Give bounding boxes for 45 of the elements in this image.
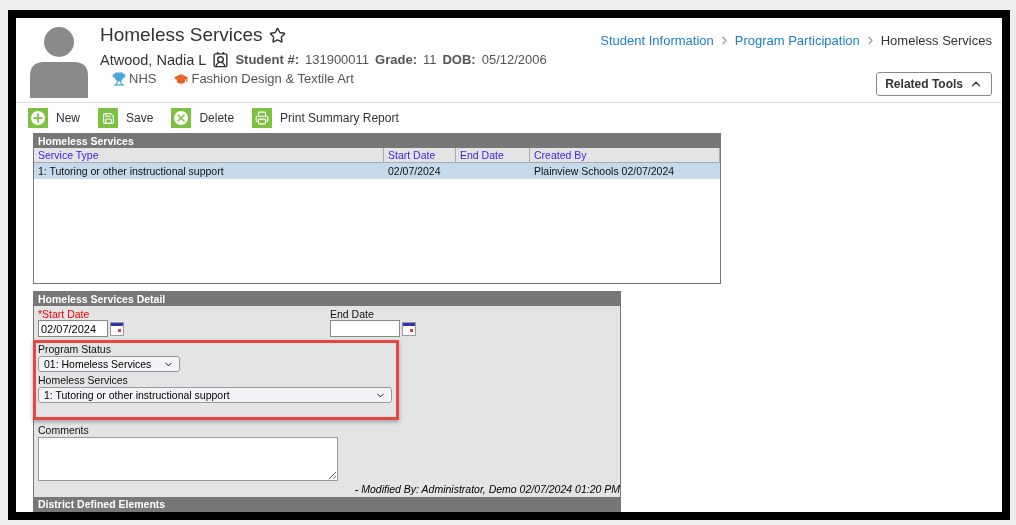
table-cell[interactable]: Plainview Schools 02/07/2024 [530,163,720,179]
column-header[interactable]: Service Type [34,148,384,163]
toolbar-button[interactable]: Delete [171,108,235,128]
column-header[interactable]: End Date [456,148,530,163]
page-title: Homeless Services [100,24,263,46]
panel-title: Homeless Services Detail [34,292,620,306]
student-name: Atwood, Nadia L [100,51,207,68]
print-icon [252,108,273,128]
toolbar-button[interactable]: New [28,108,80,128]
delete-icon [171,108,192,128]
panel-title: District Defined Elements [34,497,620,511]
field-label: Grade: [375,52,417,67]
table-cell[interactable]: 1: Tutoring or other instructional support [34,163,384,179]
grade-value: 11 [423,52,437,67]
start-date-field[interactable]: 02/07/2024 [38,320,108,337]
column-header[interactable]: Created By [530,148,720,163]
dob-value: 05/12/2006 [481,52,547,67]
toolbar-button[interactable]: Save [98,108,154,128]
breadcrumb-link[interactable]: Program Participation [734,33,860,48]
modified-note: - Modified By: Administrator, Demo 02/07/2024 01:20 PM [354,483,620,495]
student-number: 131900011 [304,52,370,67]
field-label: End Date [330,308,375,320]
calendar-icon[interactable] [402,321,416,336]
field-label: Comments [38,424,90,436]
field-label: Student #: [235,52,299,67]
breadcrumb-link[interactable]: Student Information [600,33,714,48]
save-icon [98,108,118,128]
related-tools-button[interactable]: Related Tools [876,72,992,96]
badge-label: NHS [129,71,157,86]
table-cell[interactable]: 02/07/2024 [384,163,456,179]
field-label: *Start Date [38,308,91,320]
program-status-dropdown[interactable]: 01: Homeless Services [38,356,180,372]
field-label: Program Status [38,343,112,355]
favorite-star-icon[interactable] [268,26,286,44]
column-header[interactable]: Start Date [384,148,456,163]
breadcrumb-link[interactable]: Homeless Services [880,33,992,48]
contact-card-icon[interactable] [212,51,230,68]
calendar-icon[interactable] [110,321,124,336]
badge-label: Fashion Design & Textile Art [191,71,354,86]
panel-title: Homeless Services [34,134,720,148]
services-dropdown[interactable]: 1: Tutoring or other instructional support [38,387,392,403]
field-label: Homeless Services [38,374,129,386]
toolbar-button[interactable]: Print Summary Report [252,108,399,128]
new-icon [28,108,48,128]
field-label: DOB: [442,52,476,67]
